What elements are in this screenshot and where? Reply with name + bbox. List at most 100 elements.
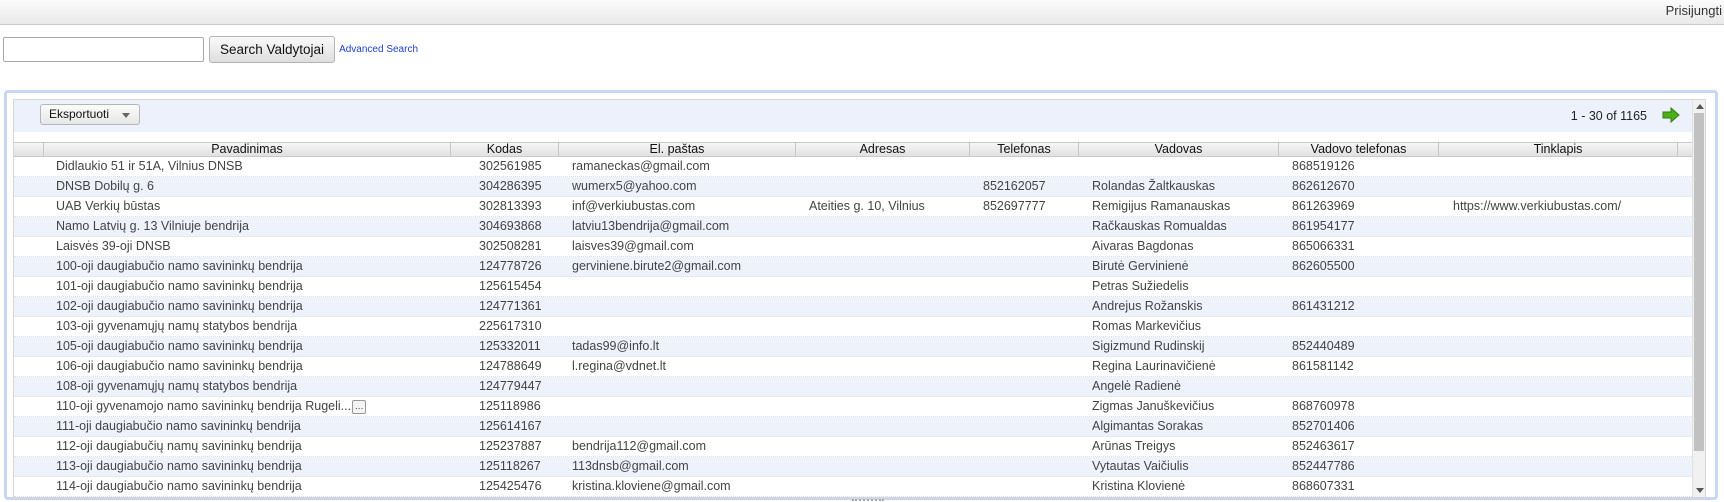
cell-manager-phone: 861581142	[1292, 359, 1354, 373]
table-row[interactable]: 108-oji gyvenamųjų namų statybos bendrij…	[14, 377, 1694, 397]
table-row[interactable]: 101-oji daugiabučio namo savininkų bendr…	[14, 277, 1694, 297]
cell-address	[796, 477, 970, 496]
search-button[interactable]: Search Valdytojai	[209, 35, 336, 63]
search-bar: Search Valdytojai Advanced Search	[3, 35, 418, 63]
table-row[interactable]: DNSB Dobilų g. 6 304286395 wumerx5@yahoo.c…	[14, 177, 1694, 197]
table-row[interactable]: Namo Latvių g. 13 Vilniuje bendrija 30469…	[14, 217, 1694, 237]
cell-website	[1439, 457, 1678, 476]
cell-manager-phone: 862612670	[1292, 179, 1355, 193]
cell-manager-phone: 861431212	[1292, 299, 1355, 313]
cell-manager: Vytautas Vaičiulis	[1092, 459, 1189, 473]
cell-email: 113dnsb@gmail.com	[572, 459, 689, 473]
row-gutter	[14, 237, 44, 256]
export-dropdown[interactable]: Eksportuoti	[40, 104, 141, 125]
cell-manager-phone: 852463617	[1292, 439, 1355, 453]
cell-name: 100-oji daugiabučio namo savininkų bendr…	[56, 259, 303, 273]
cell-name: 111-oji daugiabučio namo savininkų bendr…	[56, 419, 301, 433]
column-header-address[interactable]: Adresas	[796, 143, 970, 156]
scroll-thumb[interactable]	[1694, 113, 1704, 451]
column-header-website[interactable]: Tinklapis	[1439, 143, 1678, 156]
cell-name: UAB Verkių būstas	[56, 199, 161, 213]
cell-email	[559, 317, 796, 336]
advanced-search-link[interactable]: Advanced Search	[339, 44, 418, 55]
cell-manager-phone: 868519126	[1292, 159, 1355, 173]
cell-name: 106-oji daugiabučio namo savininkų bendr…	[56, 359, 303, 373]
row-gutter	[14, 457, 44, 476]
table-row[interactable]: UAB Verkių būstas 302813393 inf@verkiubust…	[14, 197, 1694, 217]
column-header-phone[interactable]: Telefonas	[970, 143, 1079, 156]
data-table: Pavadinimas Kodas El. paštas Adresas Telefon…	[14, 142, 1694, 497]
table-row[interactable]: 110-oji gyvenamojo namo savininkų bendri…	[14, 397, 1694, 417]
cell-manager: Algimantas Sorakas	[1092, 419, 1204, 433]
scroll-up-icon[interactable]	[1696, 104, 1704, 109]
row-gutter	[14, 277, 44, 296]
cell-manager: Sigizmund Rudinskij	[1092, 339, 1205, 353]
column-header-manager-phone[interactable]: Vadovo telefonas	[1279, 143, 1439, 156]
cell-name: Didlaukio 51 ir 51A, Vilnius DNSB	[56, 159, 243, 173]
cell-email: latviu13bendrija@gmail.com	[572, 219, 730, 233]
cell-manager-phone	[1279, 277, 1439, 296]
cell-address	[796, 257, 970, 276]
resize-handle[interactable]	[852, 499, 884, 501]
cell-website	[1439, 157, 1678, 176]
cell-manager-phone: 852440489	[1292, 339, 1355, 353]
table-row[interactable]: 113-oji daugiabučio namo savininkų bendr…	[14, 457, 1694, 477]
cell-text: 110-oji gyvenamojo namo savininkų bendri…	[56, 399, 352, 413]
cell-email	[559, 297, 796, 316]
table-body: Didlaukio 51 ir 51A, Vilnius DNSB 3025619…	[14, 157, 1694, 497]
table-row[interactable]: 100-oji daugiabučio namo savininkų bendr…	[14, 257, 1694, 277]
cell-phone: 852162057	[983, 179, 1046, 193]
cell-manager: Regina Laurinavičienė	[1092, 359, 1216, 373]
row-gutter	[14, 217, 44, 236]
cell-name: 108-oji gyvenamųjų namų statybos bendrij…	[56, 379, 298, 393]
table-row[interactable]: 102-oji daugiabučio namo savininkų bendr…	[14, 297, 1694, 317]
column-header-select	[14, 143, 44, 156]
cell-code: 125332011	[479, 339, 541, 353]
table-row[interactable]: 112-oji daugiabučių namų savininkų bendr…	[14, 437, 1694, 457]
cell-code: 125237887	[479, 439, 542, 453]
cell-manager: Petras Sužiedelis	[1092, 279, 1189, 293]
table-row[interactable]: 111-oji daugiabučio namo savininkų bendr…	[14, 417, 1694, 437]
cell-name: 102-oji daugiabučio namo savininkų bendr…	[56, 299, 303, 313]
cell-code: 125615454	[479, 279, 542, 293]
cell-phone	[970, 257, 1079, 276]
column-header-name[interactable]: Pavadinimas	[44, 143, 451, 156]
table-row[interactable]: 103-oji gyvenamųjų namų statybos bendrij…	[14, 317, 1694, 337]
login-link[interactable]: Prisijungti	[1666, 3, 1722, 18]
cell-email: l.regina@vdnet.lt	[572, 359, 666, 373]
column-header-code[interactable]: Kodas	[451, 143, 559, 156]
table-row[interactable]: Laisvės 39-oji DNSB 302508281 laisves39@gm…	[14, 237, 1694, 257]
cell-phone	[970, 417, 1079, 436]
arrow-right-icon[interactable]	[1662, 107, 1680, 123]
cell-address	[796, 277, 970, 296]
table-row[interactable]: 114-oji daugiabučio namo savininkų bendr…	[14, 477, 1694, 497]
table-row[interactable]: Didlaukio 51 ir 51A, Vilnius DNSB 3025619…	[14, 157, 1694, 177]
cell-manager-phone: 861263969	[1292, 199, 1355, 213]
cell-website	[1439, 257, 1678, 276]
cell-website	[1439, 217, 1678, 236]
cell-email: inf@verkiubustas.com	[572, 199, 696, 213]
cell-address	[796, 417, 970, 436]
column-header-manager[interactable]: Vadovas	[1079, 143, 1279, 156]
search-input[interactable]	[3, 36, 204, 62]
cell-website	[1439, 477, 1678, 496]
vertical-scrollbar[interactable]	[1692, 100, 1705, 497]
cell-manager-phone: 865066331	[1292, 239, 1355, 253]
cell-manager: Aivaras Bagdonas	[1092, 239, 1194, 253]
expand-text-button[interactable]: …	[352, 399, 367, 414]
row-gutter	[14, 177, 44, 196]
table-row[interactable]: 105-oji daugiabučio namo savininkų bendr…	[14, 337, 1694, 357]
cell-name: Namo Latvių g. 13 Vilniuje bendrija	[56, 219, 249, 233]
cell-manager	[1079, 157, 1279, 176]
cell-code: 302508281	[479, 239, 542, 253]
row-gutter	[14, 197, 44, 216]
cell-phone	[970, 337, 1079, 356]
cell-email	[559, 397, 796, 416]
cell-website	[1439, 317, 1678, 336]
cell-email: ramaneckas@gmail.com	[572, 159, 710, 173]
cell-website	[1439, 277, 1678, 296]
column-header-email[interactable]: El. paštas	[559, 143, 796, 156]
cell-manager-phone: 862605500	[1292, 259, 1355, 273]
table-row[interactable]: 106-oji daugiabučio namo savininkų bendr…	[14, 357, 1694, 377]
scroll-down-icon[interactable]	[1696, 488, 1704, 493]
